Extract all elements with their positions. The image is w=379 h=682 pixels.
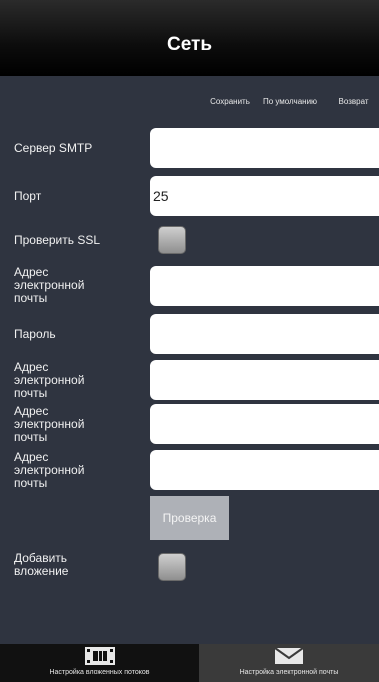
back-button[interactable]: Возврат	[328, 76, 379, 126]
tab-stream-settings-label: Настройка вложенных потоков	[49, 669, 150, 676]
password-label: Пароль	[14, 328, 56, 341]
attachment-checkbox[interactable]	[158, 553, 186, 581]
email-label-4: Адрес электронной почты	[14, 451, 85, 490]
email-label-2: Адрес электронной почты	[14, 361, 85, 400]
tab-bar: Настройка вложенных потоков Настройка эл…	[0, 644, 379, 682]
tab-email-settings-label: Настройка электронной почты	[239, 669, 339, 676]
save-button[interactable]: Сохранить	[200, 76, 260, 126]
port-label: Порт	[14, 190, 42, 203]
smtp-server-label: Сервер SMTP	[14, 142, 93, 155]
email-label: Адрес электронной почты	[14, 266, 85, 305]
ssl-label: Проверить SSL	[14, 234, 101, 247]
page-title: Сеть	[166, 34, 213, 55]
top-bar: Сеть	[0, 0, 379, 76]
envelope-icon	[274, 647, 304, 664]
attachment-label: Добавить вложение	[14, 552, 69, 578]
email-field-2[interactable]	[150, 360, 379, 400]
port-field[interactable]: 25	[150, 176, 379, 216]
tab-stream-settings[interactable]: Настройка вложенных потоков	[0, 644, 199, 682]
email-field[interactable]	[150, 266, 379, 306]
film-icon	[84, 647, 115, 665]
ssl-checkbox[interactable]	[158, 226, 186, 254]
default-button[interactable]: По умолчанию	[262, 76, 318, 126]
action-bar: Сохранить По умолчанию Возврат	[0, 76, 379, 126]
email-label-3: Адрес электронной почты	[14, 405, 85, 444]
email-field-4[interactable]	[150, 450, 379, 490]
smtp-server-field[interactable]	[150, 128, 379, 168]
email-field-3[interactable]	[150, 404, 379, 444]
test-button[interactable]: Проверка	[150, 496, 229, 540]
tab-email-settings[interactable]: Настройка электронной почты	[199, 644, 379, 682]
password-field[interactable]	[150, 314, 379, 354]
